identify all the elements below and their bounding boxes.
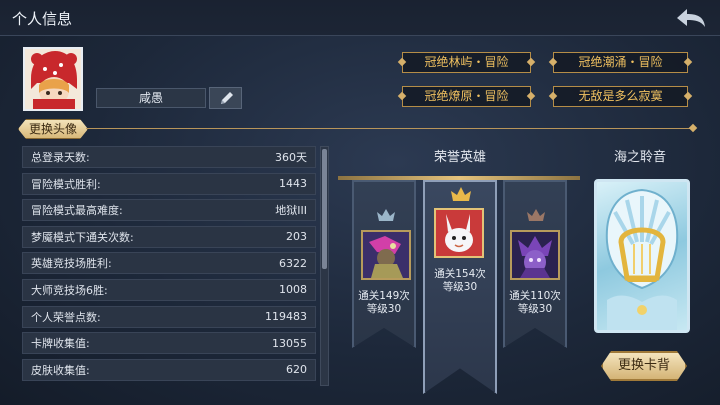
header-bar: 个人信息 xyxy=(0,0,720,36)
back-arrow-icon xyxy=(677,9,705,27)
stat-value: 13055 xyxy=(272,336,307,350)
silver-crown-icon xyxy=(377,209,395,221)
stat-label: 个人荣誉点数: xyxy=(31,310,101,324)
player-name: 咸愚 xyxy=(96,88,206,108)
hero-level: 等级30 xyxy=(517,303,553,315)
stat-row: 大师竞技场6胜: 1008 xyxy=(22,278,316,301)
stat-value: 1008 xyxy=(279,283,307,297)
stat-value: 620 xyxy=(286,363,307,377)
edit-name-button[interactable] xyxy=(209,87,242,109)
divider xyxy=(86,128,694,129)
stat-label: 大师竞技场6胜: xyxy=(31,283,108,297)
change-card-back-button[interactable]: 更换卡背 xyxy=(601,351,687,381)
hero-info: 通关110次 等级30 xyxy=(500,290,570,316)
hero-clear-count: 通关154次 xyxy=(434,268,486,280)
honor-heroes-label: 荣誉英雄 xyxy=(434,150,487,165)
hero-portrait[interactable] xyxy=(361,230,411,280)
stat-row: 皮肤收集值: 620 xyxy=(22,358,316,381)
stat-value: 1443 xyxy=(279,177,307,191)
stat-label: 卡牌收集值: xyxy=(31,337,90,351)
stat-row: 冒险模式最高难度: 地狱III xyxy=(22,199,316,222)
stat-row: 冒险模式胜利: 1443 xyxy=(22,172,316,195)
stat-value: 203 xyxy=(286,230,307,244)
avatar-portrait-image xyxy=(25,49,81,109)
avatar[interactable] xyxy=(23,47,83,111)
stat-value: 360天 xyxy=(275,151,307,164)
stat-row: 个人荣誉点数: 119483 xyxy=(22,305,316,328)
hero-clear-count: 通关110次 xyxy=(509,290,561,302)
title-tag[interactable]: 冠绝潮涌・冒险 xyxy=(553,52,688,73)
change-avatar-button[interactable]: 更换头像 xyxy=(18,119,88,139)
pencil-icon xyxy=(221,92,233,104)
stat-label: 英雄竞技场胜利: xyxy=(31,257,112,271)
hero-portrait[interactable] xyxy=(510,230,560,280)
stat-row: 英雄竞技场胜利: 6322 xyxy=(22,252,316,275)
title-tag[interactable]: 无敌是多么寂寞 xyxy=(553,86,688,107)
stat-label: 梦魇模式下通关次数: xyxy=(31,230,134,244)
card-back-name: 海之聆音 xyxy=(614,150,667,165)
stat-value: 6322 xyxy=(279,256,307,270)
hero-level: 等级30 xyxy=(366,303,402,315)
stat-row: 梦魇模式下通关次数: 203 xyxy=(22,225,316,248)
hero-level: 等级30 xyxy=(442,281,478,293)
page-title: 个人信息 xyxy=(12,10,73,28)
back-button[interactable] xyxy=(674,5,708,31)
stat-label: 冒险模式胜利: xyxy=(31,177,101,191)
hero-info: 通关154次 等级30 xyxy=(425,268,495,294)
hero-info: 通关149次 等级30 xyxy=(349,290,419,316)
hero-clear-count: 通关149次 xyxy=(358,290,410,302)
scrollbar-thumb[interactable] xyxy=(322,149,327,269)
title-tag[interactable]: 冠绝林屿・冒险 xyxy=(402,52,531,73)
gold-crown-icon xyxy=(451,187,471,201)
banner-rail xyxy=(338,176,580,180)
stat-value: 地狱III xyxy=(275,204,307,218)
stat-label: 总登录天数: xyxy=(31,151,90,164)
bronze-crown-icon xyxy=(527,209,545,221)
stat-row: 总登录天数: 360天 xyxy=(22,146,316,168)
stats-scrollbar[interactable] xyxy=(320,146,329,386)
stat-label: 冒险模式最高难度: xyxy=(31,204,123,218)
hero-portrait[interactable] xyxy=(434,208,484,258)
stats-list: 总登录天数: 360天 冒险模式胜利: 1443 冒险模式最高难度: 地狱III 梦魇… xyxy=(22,146,316,386)
stat-value: 119483 xyxy=(265,310,307,324)
stat-label: 皮肤收集值: xyxy=(31,363,90,377)
stat-row: 卡牌收集值: 13055 xyxy=(22,332,316,355)
title-tag[interactable]: 冠绝燎原・冒险 xyxy=(402,86,531,107)
card-back-image[interactable] xyxy=(594,179,690,333)
